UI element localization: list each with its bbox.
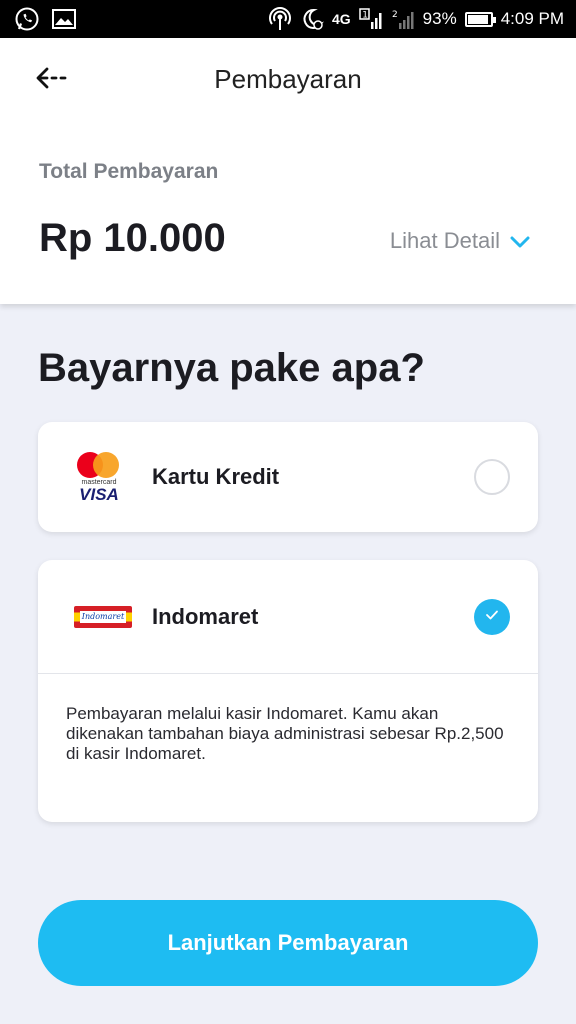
indomaret-logo: Indomaret	[74, 605, 132, 628]
network-type-label: 4G	[331, 11, 351, 27]
status-bar-right: 4G 1 2 93% 4:09 PM	[268, 7, 564, 31]
indomaret-description: Pembayaran melalui kasir Indomaret. Kamu…	[66, 704, 504, 763]
sim1-number: 1	[362, 11, 368, 21]
indomaret-row[interactable]: Indomaret Indomaret	[38, 560, 538, 673]
total-payment-label: Total Pembayaran	[39, 160, 219, 183]
signal-sim1-icon: 1	[358, 8, 383, 30]
night-mode-icon	[300, 7, 324, 31]
payment-summary-header: Pembayaran Total Pembayaran Rp 10.000 Li…	[0, 38, 576, 304]
battery-percent: 93%	[422, 9, 457, 28]
hotspot-icon	[268, 7, 292, 31]
view-detail-link[interactable]: Lihat Detail	[390, 228, 530, 254]
page-title: Pembayaran	[214, 64, 362, 94]
continue-payment-button[interactable]: Lanjutkan Pembayaran	[38, 900, 538, 986]
status-bar: 4G 1 2 93% 4:09 PM	[0, 0, 576, 38]
status-bar-left	[14, 6, 76, 32]
indomaret-label: Indomaret	[152, 603, 259, 629]
indomaret-logo-text: Indomaret	[80, 610, 126, 623]
gallery-icon	[52, 9, 76, 29]
credit-card-label: Kartu Kredit	[152, 464, 280, 489]
payment-option-credit-card[interactable]: mastercard VISA Kartu Kredit	[38, 422, 538, 532]
payment-method-question: Bayarnya pake apa?	[38, 346, 425, 390]
checkmark-icon	[485, 608, 499, 626]
signal-sim2-icon: 2	[391, 8, 415, 30]
total-payment-amount: Rp 10.000	[39, 216, 226, 260]
whatsapp-icon	[14, 6, 40, 32]
chevron-down-icon	[510, 228, 530, 254]
payment-option-indomaret[interactable]: Indomaret Indomaret Pembayaran melalui k…	[38, 560, 538, 822]
continue-payment-label: Lanjutkan Pembayaran	[167, 930, 409, 955]
clock-time: 4:09 PM	[500, 9, 564, 28]
battery-icon	[464, 11, 496, 27]
view-detail-label: Lihat Detail	[389, 228, 500, 253]
credit-card-radio[interactable]	[474, 459, 510, 495]
indomaret-radio-selected[interactable]	[474, 598, 510, 635]
visa-logo-text: VISA	[79, 484, 119, 504]
mastercard-circles-icon	[77, 451, 121, 478]
credit-card-row[interactable]: mastercard VISA Kartu Kredit	[38, 422, 538, 532]
sim2-number: 2	[392, 10, 398, 20]
mastercard-visa-logo: mastercard VISA	[74, 451, 124, 504]
